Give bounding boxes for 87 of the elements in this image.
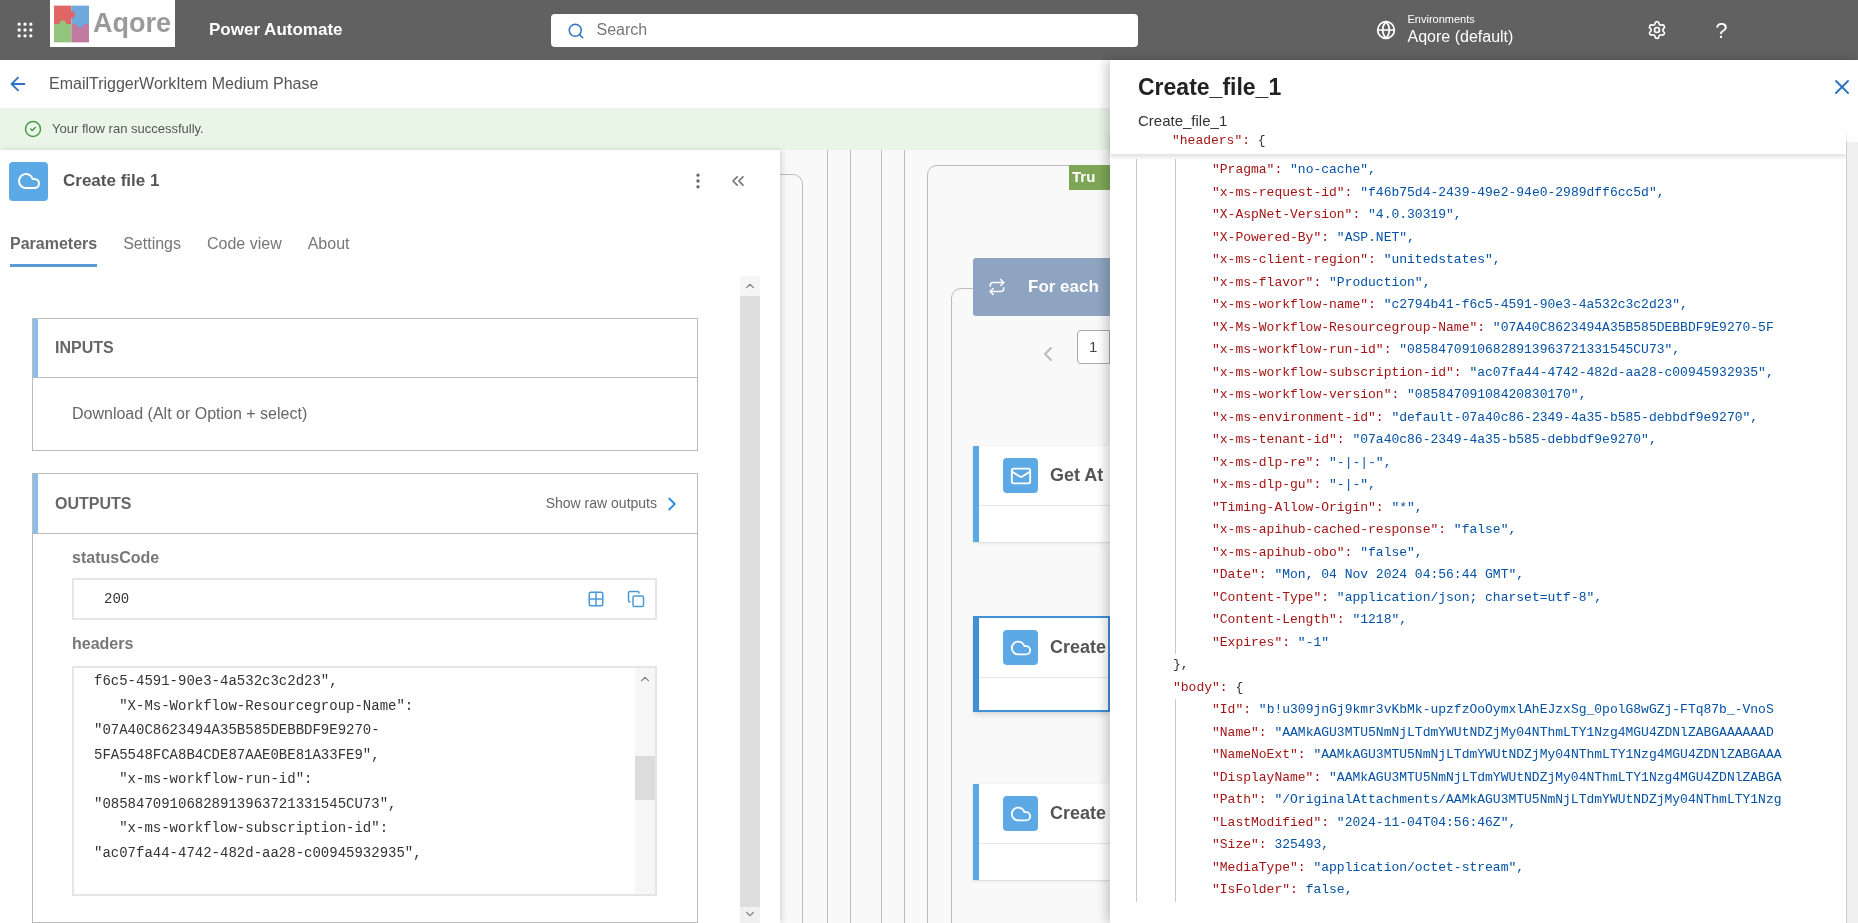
action-card[interactable]: Create xyxy=(973,784,1110,880)
section-heading: OUTPUTS xyxy=(55,493,132,514)
code-line: "Size": 325493, xyxy=(1212,836,1331,854)
show-raw-outputs-link[interactable]: Show raw outputs xyxy=(545,493,657,514)
globe-icon[interactable] xyxy=(1375,20,1396,40)
field-label: headers xyxy=(72,634,135,654)
cloud-icon xyxy=(9,161,48,201)
scrollbar-thumb[interactable] xyxy=(635,756,655,800)
code-line: "Name": "AAMkAGU3MTU5NmNjLTdmYWUtNDZjMy04NThmLTY1Nzg4MGU4ZDNlZABGAAAAAAD xyxy=(1212,723,1775,742)
loop-title: For each xyxy=(1028,276,1099,299)
code-line: "x-ms-workflow-name": "c2794b41-f6c5-4591-90e3-4a532c3c2d23", xyxy=(1212,296,1689,314)
code-line: "NameNoExt": "AAMkAGU3MTU5NmNjLTdmYWUtNDZjMy04NThmLTY1Nzg4MGU4ZDNlZABGAAA xyxy=(1212,746,1783,764)
success-message: Your flow ran successfully. xyxy=(52,120,204,139)
code-line: "X-AspNet-Version": "4.0.30319", xyxy=(1212,206,1463,224)
field-label: statusCode xyxy=(72,548,161,568)
app-name: Power Automate xyxy=(209,19,343,42)
code-line: "body": { xyxy=(1173,678,1245,697)
code-line: "MediaType": "application/octet-stream", xyxy=(1212,858,1526,877)
code-line: }, xyxy=(1173,656,1190,674)
panel-subtitle: Create_file_1 xyxy=(1137,111,1229,130)
tab[interactable]: About xyxy=(307,221,350,267)
code-line: "ac07fa44-4742-482d-aa28-c00945932935", xyxy=(94,843,423,863)
cloud-icon xyxy=(1003,630,1038,665)
page-number-field[interactable]: 1 xyxy=(1077,330,1110,364)
flow-title: EmailTriggerWorkItem Medium Phase xyxy=(49,74,319,94)
code-line: "x-ms-client-region": "unitedstates", xyxy=(1212,251,1502,269)
environment-label: Environments xyxy=(1407,13,1476,27)
condition-badge: Tru xyxy=(1069,165,1110,190)
cloud-icon xyxy=(1003,796,1038,831)
section-heading: INPUTS xyxy=(55,338,114,358)
code-line: 5FA5548FCA8B4CDE87AAE0BE81A33FE9", xyxy=(94,745,381,765)
code-line: "x-ms-workflow-subscription-id": "ac07fa44-4742-482d-aa28-c00945932935", xyxy=(1212,363,1775,382)
logo-text: Aqore xyxy=(93,7,171,41)
code-line: "Pragma": "no-cache", xyxy=(1212,161,1377,179)
code-line: "07A40C8623494A35B585DEBBDF9E9270- xyxy=(94,721,381,740)
code-line: "X-Powered-By": "ASP.NET", xyxy=(1212,228,1416,247)
tab[interactable]: Code view xyxy=(207,221,282,267)
code-line: "X-Ms-Workflow-Resourcegroup-Name": "07A40C8623494A35B585DEBBDF9E9270-5F xyxy=(1212,318,1775,337)
code-line: "x-ms-dlp-re": "-|-|-", xyxy=(1212,453,1393,472)
action-title: Create xyxy=(1050,802,1107,825)
action-card[interactable]: Get At xyxy=(973,446,1110,542)
mail-icon xyxy=(1003,458,1038,493)
code-line: "x-ms-workflow-run-id": xyxy=(118,770,314,789)
search-field[interactable]: Search xyxy=(550,13,1138,47)
loop-icon xyxy=(988,278,1006,296)
code-line: "x-ms-dlp-gu": "-|-", xyxy=(1212,476,1377,494)
code-line: "Date": "Mon, 04 Nov 2024 04:56:44 GMT", xyxy=(1212,566,1526,584)
scrollbar[interactable] xyxy=(1846,142,1858,923)
settings-icon[interactable] xyxy=(1647,20,1668,40)
code-line: "x-ms-workflow-run-id": "08584709106828913963721331545CU73", xyxy=(1212,341,1682,359)
tab[interactable]: Settings xyxy=(123,221,181,267)
help-button[interactable]: ? xyxy=(1715,13,1728,47)
action-title: Create file 1 xyxy=(63,170,160,193)
code-line: "Content-Length": "1218", xyxy=(1212,611,1409,629)
code-line: "Id": "b!u309jnGj9kmr3vKbMk-upzfzOoOymxlAhEJzxSg_0polG8wGZj-FTq87b_-VnoS xyxy=(1212,701,1775,719)
status-code-field: 200 xyxy=(72,578,657,620)
copy-icon[interactable] xyxy=(627,590,645,608)
scrollbar[interactable] xyxy=(635,668,655,894)
action-title: Create xyxy=(1050,636,1107,659)
code-line: f6c5-4591-90e3-4a532c3c2d23", xyxy=(94,672,339,691)
action-card[interactable]: Create xyxy=(973,616,1110,712)
code-line: "x-ms-apihub-cached-response": "false", xyxy=(1212,521,1518,539)
code-line: "Expires": "-1" xyxy=(1212,633,1331,652)
code-line: "X-Ms-Workflow-Resourcegroup-Name": xyxy=(118,696,415,716)
code-line: "Path": "/OriginalAttachments/AAMkAGU3MTU5NmNjLTdmYWUtNDZjMy04NThmLTY1Nzg xyxy=(1212,791,1783,809)
code-line: "Timing-Allow-Origin": "*", xyxy=(1212,498,1424,517)
code-line: "Content-Type": "application/json; charset=utf-8", xyxy=(1212,588,1604,607)
environment-picker[interactable]: Aqore (default) xyxy=(1407,26,1514,47)
download-link[interactable]: Download (Alt or Option + select) xyxy=(72,402,308,426)
table-icon[interactable] xyxy=(587,590,605,608)
code-line: "LastModified": "2024-11-04T04:56:46Z", xyxy=(1212,813,1518,832)
action-title: Get At xyxy=(1050,464,1104,487)
code-line: "x-ms-environment-id": "default-07a40c86-2349-4a35-b585-debbdf9e9270", xyxy=(1212,408,1760,427)
code-line: "headers": { xyxy=(1172,132,1267,150)
code-line: "x-ms-tenant-id": "07a40c86-2349-4a35-b585-debbdf9e9270", xyxy=(1212,431,1658,449)
code-line: "08584709106828913963721331545CU73", xyxy=(94,794,398,814)
code-line: "IsFolder": false, xyxy=(1212,881,1354,899)
panel-title: Create_file_1 xyxy=(1138,72,1282,102)
tab[interactable]: Parameters xyxy=(10,221,98,267)
search-icon xyxy=(566,21,585,40)
code-line: "x-ms-workflow-subscription-id": xyxy=(118,819,390,838)
check-circle-icon xyxy=(24,120,42,138)
code-line: "x-ms-workflow-version": "08584709108420830170", xyxy=(1212,386,1588,404)
code-line: "DisplayName": "AAMkAGU3MTU5NmNjLTdmYWUtNDZjMy04NThmLTY1Nzg4MGU4ZDNlZABGA xyxy=(1212,768,1783,787)
code-line: "x-ms-flavor": "Production", xyxy=(1212,273,1432,292)
code-line: "x-ms-request-id": "f46b75d4-2439-49e2-94e0-2989dff6cc5d", xyxy=(1212,183,1666,202)
code-line: "x-ms-apihub-obo": "false", xyxy=(1212,543,1424,562)
